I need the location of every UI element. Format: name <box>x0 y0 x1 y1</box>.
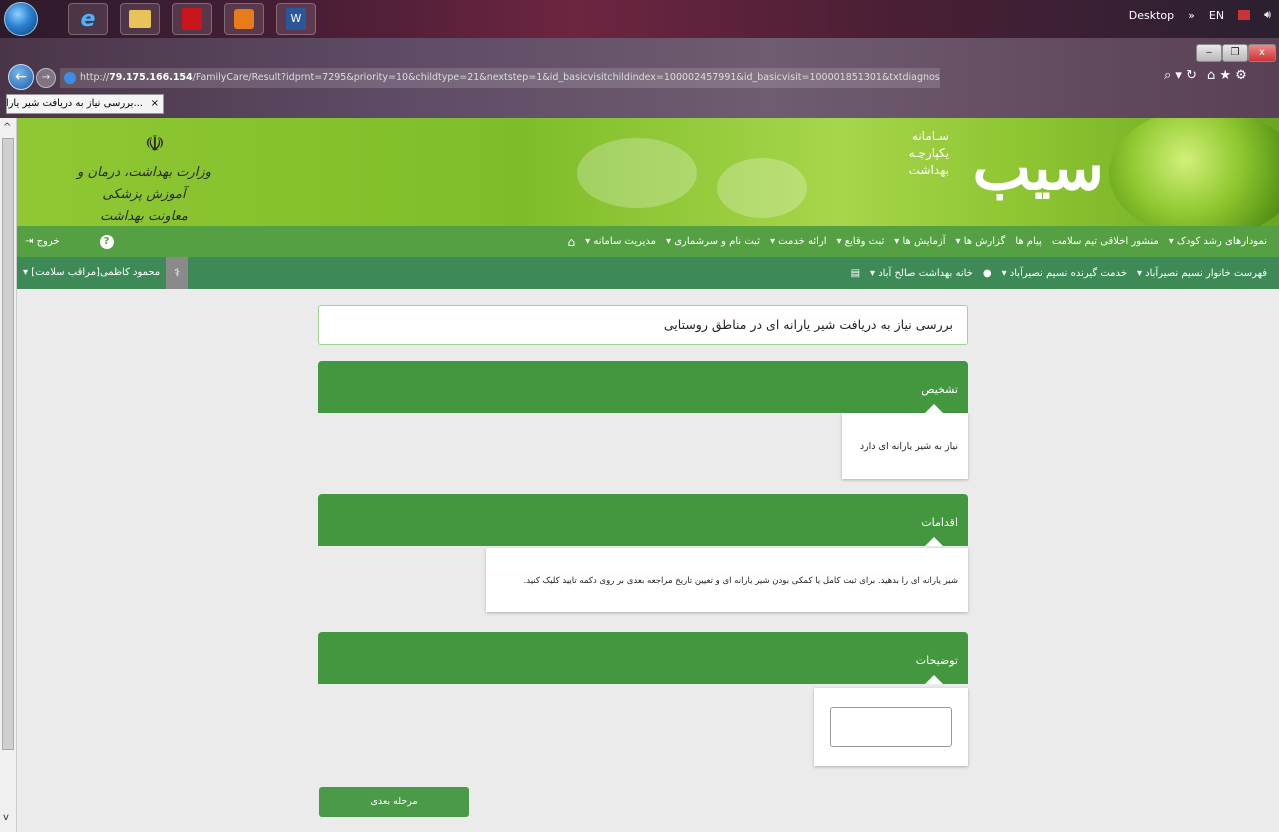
logo-line-1: سـامانه <box>911 129 949 143</box>
home-favorites-tools-icons[interactable]: ⌂ ★ ⚙ <box>1207 68 1247 83</box>
stethoscope-icon: ⚕ <box>166 257 189 289</box>
notes-input[interactable] <box>830 707 952 747</box>
forward-button[interactable]: → <box>36 68 56 88</box>
language-indicator[interactable]: EN <box>1209 9 1224 22</box>
context-service-recipient[interactable]: خدمت گیرنده نسیم نصیرآباد ▾ <box>1002 268 1127 279</box>
browser-chrome: ‒ ❐ x ← → http://79.175.166.154/FamilyCa… <box>0 38 1279 118</box>
network-icon[interactable] <box>1238 10 1251 20</box>
menu-registration-census[interactable]: ثبت نام و سرشماری ▾ <box>666 236 760 247</box>
tab-close-icon[interactable]: × <box>151 95 159 113</box>
address-bar[interactable]: http://79.175.166.154/FamilyCare/Result?… <box>60 68 940 88</box>
menu-growth-charts[interactable]: نمودارهای رشد کودک ▾ <box>1169 236 1267 247</box>
main-menu-bar: ⌂ مدیریت سامانه ▾ ثبت نام و سرشماری ▾ ار… <box>17 226 1279 257</box>
tab-title: ...بررسی نیاز به دریافت شیر یارا <box>6 98 143 109</box>
search-refresh-icons[interactable]: ⌕ ▾ ↻ <box>1164 68 1197 83</box>
diagnosis-title: تشخیص <box>921 383 958 396</box>
url-path: /FamilyCare/Result?idprnt=7295&priority=… <box>192 72 940 83</box>
exit-label: خروج <box>36 236 60 247</box>
home-icon[interactable]: ⌂ <box>568 235 576 249</box>
menu-tests[interactable]: آزمایش ها ▾ <box>894 236 945 247</box>
header-banner: سیب سـامانه یکپارچـه بهداشت ☫ وزارت بهدا… <box>17 118 1279 226</box>
notes-body <box>814 688 968 766</box>
url-prefix: http:// <box>80 72 110 83</box>
address-bar-icons: ⌕ ▾ ↻ ⌂ ★ ⚙ <box>1164 68 1247 83</box>
caret-up-icon <box>925 404 943 413</box>
logo-line-3: بهداشت <box>908 163 949 177</box>
apple-image <box>1109 118 1279 226</box>
actions-header: اقدامات <box>318 494 968 546</box>
context-health-house[interactable]: خانه بهداشت صالح آباد ▾ <box>870 268 973 279</box>
context-household-list[interactable]: فهرست خانوار نسیم نصیرآباد ▾ <box>1137 268 1267 279</box>
url-host: 79.175.166.154 <box>109 72 193 83</box>
restore-button[interactable]: ❐ <box>1222 44 1248 62</box>
menu-events[interactable]: ثبت وقایع ▾ <box>837 236 885 247</box>
caret-up-icon <box>925 675 943 684</box>
acrobat-icon[interactable] <box>172 3 212 35</box>
exit-link[interactable]: ⇥ خروج <box>25 236 60 247</box>
banner-bokeh <box>717 158 807 218</box>
menu-reports[interactable]: گزارش ها ▾ <box>956 236 1006 247</box>
main-menu: ⌂ مدیریت سامانه ▾ ثبت نام و سرشماری ▾ ار… <box>568 226 1267 257</box>
health-house-icon: ▤ <box>850 267 861 279</box>
notes-title: توضیحات <box>915 654 958 667</box>
exit-icon: ⇥ <box>25 236 37 247</box>
desktop-toolbar-label[interactable]: Desktop <box>1129 9 1174 22</box>
next-step-button[interactable]: مرحله بعدی <box>319 787 469 817</box>
actions-section: اقدامات شیر یارانه ای را بدهید. برای ثبت… <box>318 494 968 612</box>
diagnosis-section: تشخیص نیاز به شیر یارانه ای دارد <box>318 361 968 479</box>
diagnosis-header: تشخیص <box>318 361 968 413</box>
menu-service-delivery[interactable]: ارائه خدمت ▾ <box>770 236 827 247</box>
actions-title: اقدامات <box>921 516 958 529</box>
actions-text: شیر یارانه ای را بدهید. برای ثبت کامل یا… <box>523 576 958 586</box>
word-icon[interactable]: W <box>276 3 316 35</box>
notes-section: توضیحات <box>318 632 968 768</box>
minimize-button[interactable]: ‒ <box>1196 44 1222 62</box>
menu-messages[interactable]: پیام ها <box>1015 236 1042 247</box>
ministry-line-1: وزارت بهداشت، درمان و آموزش پزشکی <box>77 165 211 202</box>
vertical-scrollbar[interactable]: ^ v <box>0 118 17 832</box>
ministry-logo-text: وزارت بهداشت، درمان و آموزش پزشکی معاونت… <box>59 140 229 226</box>
menu-system-management[interactable]: مدیریت سامانه ▾ <box>585 236 656 247</box>
chevron-icon[interactable]: » <box>1188 9 1195 22</box>
ie-icon[interactable]: e <box>68 3 108 35</box>
banner-bokeh <box>577 138 697 208</box>
system-tray: Desktop » EN 🔊︎ <box>1129 8 1271 22</box>
actions-body: شیر یارانه ای را بدهید. برای ثبت کامل یا… <box>486 548 968 612</box>
notes-header: توضیحات <box>318 632 968 684</box>
start-button[interactable] <box>4 2 38 36</box>
menu-left-actions: ⇥ خروج ? <box>25 226 114 257</box>
volume-icon[interactable]: 🔊︎ <box>1264 8 1271 22</box>
taskbar: e W Desktop » EN 🔊︎ <box>0 0 1279 38</box>
menu-ethics-charter[interactable]: منشور اخلاقی تیم سلامت <box>1052 236 1159 247</box>
page-title: بررسی نیاز به دریافت شیر یارانه ای در من… <box>318 305 968 345</box>
browser-tab[interactable]: ...بررسی نیاز به دریافت شیر یارا × <box>6 94 164 114</box>
context-menu: ▤ خانه بهداشت صالح آباد ▾ ● خدمت گیرنده … <box>851 257 1267 289</box>
media-player-icon[interactable] <box>224 3 264 35</box>
logo-sib: سیب <box>972 131 1104 204</box>
diagnosis-body: نیاز به شیر یارانه ای دارد <box>842 413 968 479</box>
file-explorer-icon[interactable] <box>120 3 160 35</box>
logo-line-2: یکپارچـه <box>908 146 949 160</box>
caret-up-icon <box>925 537 943 546</box>
back-button[interactable]: ← <box>8 64 34 90</box>
diagnosis-text: نیاز به شیر یارانه ای دارد <box>859 441 958 452</box>
user-icon: ● <box>982 267 992 279</box>
ministry-line-2: معاونت بهداشت <box>100 209 188 224</box>
current-user-name[interactable]: محمود کاظمی[مراقب سلامت] ▾ <box>17 257 166 289</box>
scroll-down-icon[interactable]: v <box>3 812 9 823</box>
current-user[interactable]: محمود کاظمی[مراقب سلامت] ▾ ⚕ <box>17 257 189 289</box>
help-icon[interactable]: ? <box>99 234 114 249</box>
ie-page-icon <box>64 72 76 84</box>
scrollbar-thumb[interactable] <box>2 138 14 750</box>
logo-subtitle: سـامانه یکپارچـه بهداشت <box>839 128 949 179</box>
context-bar: ▤ خانه بهداشت صالح آباد ▾ ● خدمت گیرنده … <box>17 257 1279 289</box>
close-window-button[interactable]: x <box>1248 44 1276 62</box>
scroll-up-icon[interactable]: ^ <box>3 122 11 133</box>
